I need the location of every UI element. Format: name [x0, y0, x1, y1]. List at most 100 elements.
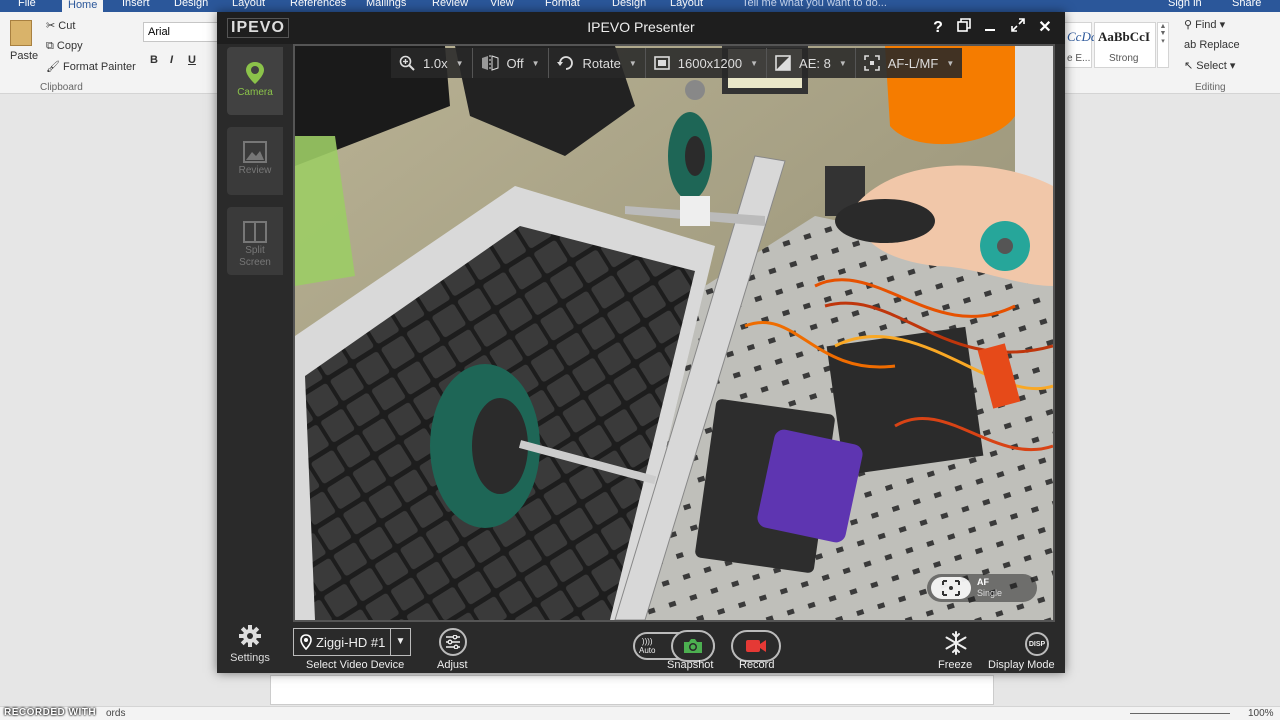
autofocus-badge[interactable]: AF Single [927, 574, 1037, 602]
exposure-value: AE: 8 [799, 55, 831, 71]
adjust-label: Adjust [437, 659, 468, 671]
cursor-icon: ↖ [1184, 60, 1194, 72]
select-label: Select [1196, 60, 1227, 72]
zoom-level[interactable]: 100% [1248, 708, 1274, 719]
bottom-control-bar: Ziggi-HD #1 ▼ Select Video Device Adjust… [291, 622, 1065, 673]
resolution-value: 1600x1200 [677, 55, 743, 71]
paste-icon[interactable] [10, 20, 32, 46]
document-page[interactable] [270, 675, 994, 705]
find-button[interactable]: ⚲ Find ▾ [1184, 18, 1225, 31]
snapshot-label: Snapshot [667, 659, 714, 671]
resolution-dropdown[interactable]: 1600x1200 ▼ [646, 48, 768, 78]
format-painter-label: Format Painter [63, 61, 136, 73]
cut-button[interactable]: ✂ Cut [46, 19, 75, 32]
tab-file[interactable]: File [18, 0, 36, 9]
sidebar-camera-tab[interactable]: Camera [227, 47, 283, 115]
italic-button[interactable]: I [170, 54, 173, 66]
mode-sidebar: Camera Review Split Screen Settings [217, 44, 291, 673]
sidebar-split-screen-tab[interactable]: Split Screen [227, 207, 283, 275]
focus-icon [863, 55, 880, 71]
title-bar: IPEVO IPEVO Presenter ? ✕ [217, 12, 1065, 44]
freeze-label: Freeze [938, 659, 973, 671]
find-label: Find [1195, 19, 1217, 31]
share-button[interactable]: Share [1232, 0, 1261, 9]
snowflake-icon [945, 631, 967, 655]
snapshot-button[interactable] [671, 630, 715, 662]
tab-layout[interactable]: Layout [232, 0, 265, 9]
exposure-dropdown[interactable]: AE: 8 ▼ [767, 48, 856, 78]
bold-button[interactable]: B [150, 54, 158, 66]
display-mode-icon: DISP [1028, 640, 1046, 648]
af-mode-sub-label: Single [977, 588, 1003, 598]
scissors-icon: ✂ [46, 20, 56, 32]
format-painter-button[interactable]: 🖌 Format Painter [46, 60, 136, 73]
zoom-slider[interactable] [1130, 713, 1230, 714]
adjust-button[interactable] [439, 628, 467, 656]
mirror-value: Off [506, 55, 524, 71]
replace-icon: ab [1184, 39, 1197, 51]
paste-button[interactable]: Paste [10, 50, 38, 62]
auto-label: Auto [639, 646, 656, 655]
replace-button[interactable]: ab Replace [1184, 39, 1240, 51]
live-camera-view[interactable]: 1.0x ▼ Off ▼ Rotate ▼ 1600x1200 ▼ AE: 8 ▼ AF-… [293, 44, 1055, 622]
recorder-watermark: RECORDED WITH [4, 707, 97, 718]
minimize-button[interactable] [979, 16, 1001, 40]
word-count[interactable]: ords [106, 708, 125, 719]
tab-view[interactable]: View [490, 0, 514, 9]
settings-label: Settings [230, 652, 270, 664]
tell-me-search[interactable]: Tell me what you want to do... [742, 0, 887, 9]
video-device-value: Ziggi-HD #1 [316, 634, 386, 650]
style2-preview: AaBbCcI [1098, 29, 1151, 44]
gear-icon [239, 625, 261, 647]
style2-label: Strong [1109, 53, 1139, 64]
ipevo-presenter-window: IPEVO IPEVO Presenter ? ✕ Camera Review … [217, 12, 1065, 673]
location-pin-icon [300, 634, 312, 650]
tab-format[interactable]: Format [545, 0, 580, 9]
sign-in-link[interactable]: Sign in [1168, 0, 1202, 9]
font-name-box[interactable]: Arial [143, 22, 218, 42]
tab-insert[interactable]: Insert [122, 0, 150, 9]
tab-mailings[interactable]: Mailings [366, 0, 406, 9]
copy-button[interactable]: ⧉ Copy [46, 40, 83, 53]
camera-feed-image [295, 46, 1053, 620]
underline-button[interactable]: U [188, 54, 196, 66]
rotate-dropdown[interactable]: Rotate ▼ [549, 48, 646, 78]
editing-group-label: Editing [1195, 82, 1226, 93]
mirror-icon [481, 55, 499, 71]
video-device-select[interactable]: Ziggi-HD #1 ▼ [293, 628, 411, 656]
tab-references[interactable]: References [290, 0, 346, 9]
zoom-dropdown[interactable]: 1.0x ▼ [391, 48, 473, 78]
select-button[interactable]: ↖ Select ▾ [1184, 59, 1235, 72]
chevron-down-icon: ▼ [750, 58, 759, 68]
style-gallery-item-strong[interactable]: AaBbCcI Strong [1094, 22, 1156, 68]
display-mode-button[interactable]: DISP [1025, 632, 1049, 656]
tab-review[interactable]: Review [432, 0, 468, 9]
close-button[interactable]: ✕ [1034, 16, 1056, 40]
clipboard-group-label: Clipboard [40, 82, 83, 93]
style-gallery-item-1[interactable]: CcDdI e E... [1064, 22, 1102, 68]
record-button[interactable] [731, 630, 781, 662]
tab-table-design[interactable]: Design [612, 0, 646, 9]
chevron-down-icon: ▼ [455, 58, 464, 68]
copy-label: Copy [56, 40, 83, 52]
freeze-button[interactable] [943, 630, 971, 658]
tab-design[interactable]: Design [174, 0, 208, 9]
display-mode-label: Display Mode [988, 659, 1055, 671]
tab-table-layout[interactable]: Layout [670, 0, 703, 9]
af-mode-label: AF [977, 577, 989, 587]
camera-icon [684, 639, 702, 653]
focus-dropdown[interactable]: AF-L/MF ▼ [856, 48, 962, 78]
help-button[interactable]: ? [927, 16, 949, 40]
styles-scroll[interactable]: ▲ ▼ ▾ [1157, 22, 1169, 68]
tab-home[interactable]: Home [62, 0, 104, 12]
settings-button[interactable]: Settings [225, 624, 275, 664]
sidebar-review-tab[interactable]: Review [227, 127, 283, 195]
restore-button[interactable] [953, 16, 975, 40]
record-label: Record [739, 659, 775, 671]
fullscreen-button[interactable] [1007, 16, 1029, 40]
video-camera-icon [746, 640, 766, 652]
mirror-dropdown[interactable]: Off ▼ [473, 48, 549, 78]
sliders-icon [446, 635, 460, 649]
minimize-icon [985, 29, 995, 31]
cut-label: Cut [58, 20, 76, 32]
